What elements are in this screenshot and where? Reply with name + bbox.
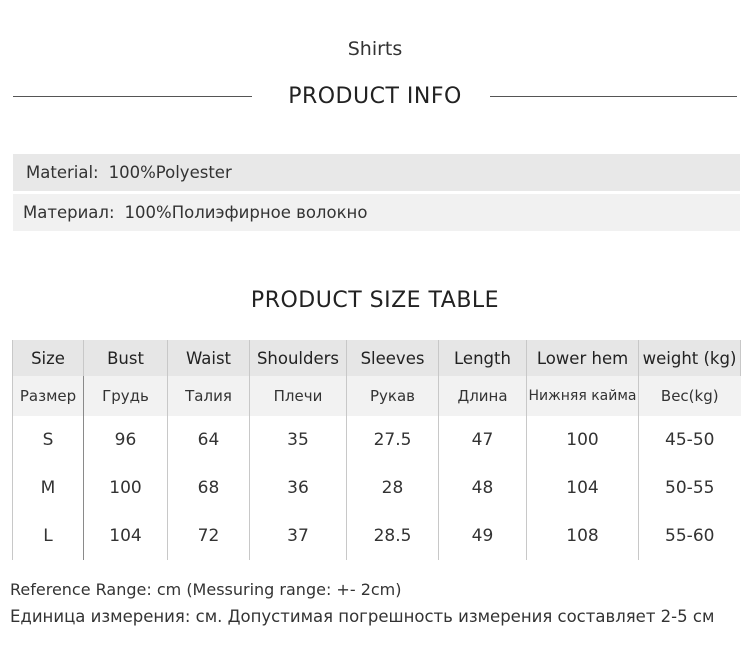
header-waist-ru: Талия [167, 376, 250, 416]
table-cell: 72 [167, 512, 250, 560]
table-row: S 96 64 35 27.5 47 100 45-50 [12, 416, 741, 464]
header-weight: weight (kg) [638, 340, 741, 376]
table-cell: 47 [438, 416, 527, 464]
size-table-header-en: Size Bust Waist Shoulders Sleeves Length… [12, 340, 741, 376]
table-cell: 104 [526, 464, 639, 512]
table-cell: 28.5 [346, 512, 439, 560]
material-value-en: 100%Polyester [108, 163, 232, 182]
header-shoulders-ru: Плечи [249, 376, 347, 416]
table-cell: 50-55 [665, 478, 715, 498]
table-cell: 55-60 [665, 526, 715, 546]
material-value-ru: 100%Полиэфирное волокно [124, 203, 368, 222]
header-sleeves-ru: Рукав [346, 376, 439, 416]
header-bust-ru: Грудь [83, 376, 168, 416]
measurement-note-en: Reference Range: cm (Messuring range: +-… [10, 580, 402, 599]
header-size-ru: Размер [12, 376, 84, 416]
header-bust: Bust [83, 340, 168, 376]
table-cell: 68 [167, 464, 250, 512]
size-table: Size Bust Waist Shoulders Sleeves Length… [12, 340, 741, 560]
table-cell: 100 [526, 416, 639, 464]
header-weight-ru: Вес(kg) [638, 376, 741, 416]
table-cell: 96 [83, 416, 168, 464]
table-cell: 104 [83, 512, 168, 560]
header-length: Length [438, 340, 527, 376]
header-lower-hem-ru: Нижняя кайма [526, 376, 639, 416]
table-cell: 37 [249, 512, 347, 560]
table-cell: 64 [167, 416, 250, 464]
size-table-header-ru: Размер Грудь Талия Плечи Рукав Длина Ниж… [12, 376, 741, 416]
header-shoulders: Shoulders [249, 340, 347, 376]
heading-divider-right [490, 96, 737, 97]
table-cell: 36 [249, 464, 347, 512]
header-size: Size [12, 340, 84, 376]
header-length-ru: Длина [438, 376, 527, 416]
table-cell: M [12, 464, 84, 512]
header-lower-hem: Lower hem [526, 340, 639, 376]
product-category: Shirts [347, 38, 403, 60]
table-row: M 100 68 36 28 48 104 50-55 [12, 464, 741, 512]
table-cell: 108 [526, 512, 639, 560]
table-cell: 28 [346, 464, 439, 512]
table-row: L 104 72 37 28.5 49 108 55-60 [12, 512, 741, 560]
header-waist: Waist [167, 340, 250, 376]
measurement-note-ru: Единица измерения: см. Допустимая погреш… [10, 607, 715, 626]
table-cell: 27.5 [346, 416, 439, 464]
material-label-en: Material: [26, 163, 99, 182]
table-cell: 45-50 [665, 430, 715, 450]
size-table-heading: PRODUCT SIZE TABLE [250, 288, 500, 313]
material-row-ru: Материал: 100%Полиэфирное волокно [13, 194, 740, 231]
table-cell: 100 [83, 464, 168, 512]
material-row-en: Material: 100%Polyester [13, 154, 740, 191]
table-cell: 35 [249, 416, 347, 464]
header-sleeves: Sleeves [346, 340, 439, 376]
table-cell: 48 [438, 464, 527, 512]
table-cell: 49 [438, 512, 527, 560]
table-cell: L [12, 512, 84, 560]
table-cell: S [12, 416, 84, 464]
material-label-ru: Материал: [23, 203, 115, 222]
